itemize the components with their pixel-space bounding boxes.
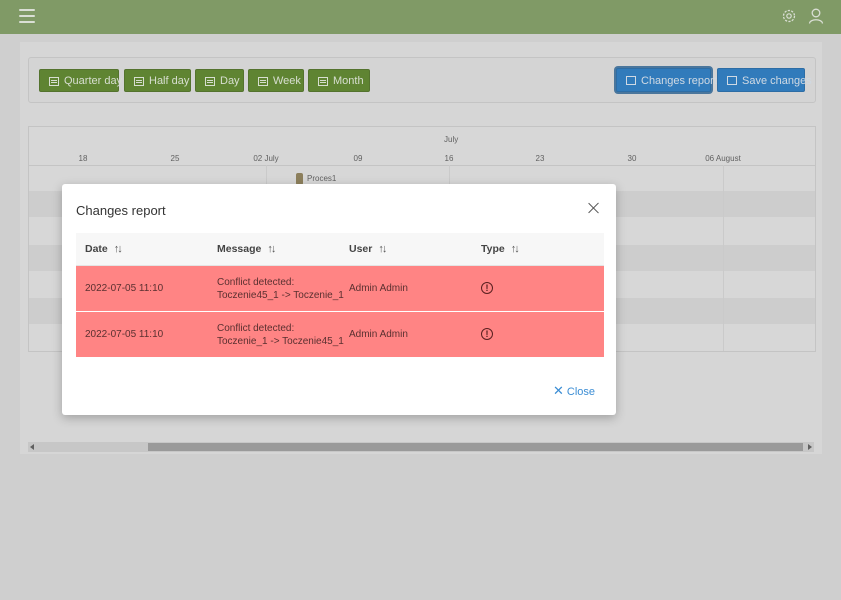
user-cell: Admin Admin bbox=[349, 329, 408, 340]
date-cell: 2022-07-05 11:10 bbox=[85, 329, 164, 340]
column-header-type[interactable]: Type ↑↓ bbox=[481, 243, 520, 255]
table-row[interactable]: 2022-07-05 11:10 Conflict detected: Tocz… bbox=[76, 312, 604, 358]
user-cell: Admin Admin bbox=[349, 283, 408, 294]
dialog-title: Changes report bbox=[76, 203, 166, 218]
close-button[interactable]: ✕ Close bbox=[553, 383, 595, 399]
warning-icon: ! bbox=[481, 282, 493, 294]
sort-icon[interactable]: ↑↓ bbox=[267, 243, 276, 255]
message-cell-line2: Toczenie45_1 -> Toczenie_1 bbox=[217, 290, 344, 301]
table-row[interactable]: 2022-07-05 11:10 Conflict detected: Tocz… bbox=[76, 266, 604, 312]
message-cell-line1: Conflict detected: bbox=[217, 277, 295, 288]
sort-icon[interactable]: ↑↓ bbox=[114, 243, 123, 255]
sort-icon[interactable]: ↑↓ bbox=[511, 243, 520, 255]
table-header: Date ↑↓ Message ↑↓ User ↑↓ Type ↑↓ bbox=[76, 233, 604, 266]
warning-icon: ! bbox=[481, 328, 493, 340]
column-header-user[interactable]: User ↑↓ bbox=[349, 243, 387, 255]
message-cell-line2: Toczenie_1 -> Toczenie45_1 bbox=[217, 336, 344, 347]
date-cell: 2022-07-05 11:10 bbox=[85, 283, 164, 294]
column-header-date[interactable]: Date ↑↓ bbox=[85, 243, 123, 255]
close-icon[interactable] bbox=[588, 202, 600, 214]
changes-report-dialog: Changes report Date ↑↓ Message ↑↓ User ↑↓ T… bbox=[62, 184, 616, 415]
column-header-message[interactable]: Message ↑↓ bbox=[217, 243, 276, 255]
sort-icon[interactable]: ↑↓ bbox=[378, 243, 387, 255]
close-icon: ✕ bbox=[553, 383, 564, 398]
message-cell-line1: Conflict detected: bbox=[217, 323, 295, 334]
changes-table: Date ↑↓ Message ↑↓ User ↑↓ Type ↑↓ 2022-07-0… bbox=[76, 233, 604, 358]
